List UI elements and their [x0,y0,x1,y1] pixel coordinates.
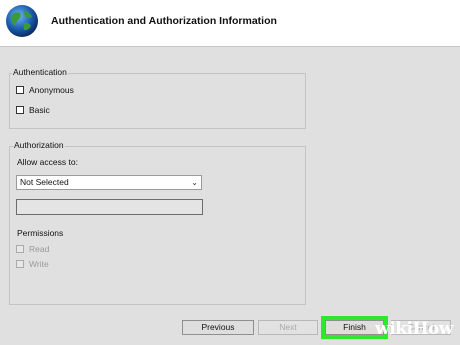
next-button[interactable]: Next [258,320,318,335]
anonymous-option[interactable]: Anonymous [16,85,74,95]
read-checkbox[interactable] [16,245,24,253]
authorization-group [9,146,306,305]
write-label: Write [29,259,49,269]
write-checkbox[interactable] [16,260,24,268]
read-label: Read [29,244,50,254]
users-input[interactable] [16,199,203,215]
dialog-header: Authentication and Authorization Informa… [0,0,460,47]
basic-label: Basic [29,105,50,115]
basic-checkbox[interactable] [16,106,24,114]
anonymous-label: Anonymous [29,85,74,95]
write-option[interactable]: Write [16,259,49,269]
globe-icon [6,5,38,37]
allow-access-select[interactable]: Not Selected ⌄ [16,175,202,190]
chevron-down-icon[interactable]: ⌄ [191,176,198,189]
read-option[interactable]: Read [16,244,49,254]
watermark-text: wikiHow [375,319,453,339]
previous-button[interactable]: Previous [182,320,254,335]
permissions-label: Permissions [17,228,64,238]
anonymous-checkbox[interactable] [16,86,24,94]
authorization-group-label: Authorization [13,140,65,150]
dialog-title: Authentication and Authorization Informa… [51,15,277,27]
authentication-group [9,73,306,129]
allow-access-label: Allow access to: [17,157,78,167]
basic-option[interactable]: Basic [16,105,50,115]
allow-access-value: Not Selected [20,177,69,187]
authentication-group-label: Authentication [12,67,68,77]
wikihow-watermark: wikiHow [375,319,453,339]
